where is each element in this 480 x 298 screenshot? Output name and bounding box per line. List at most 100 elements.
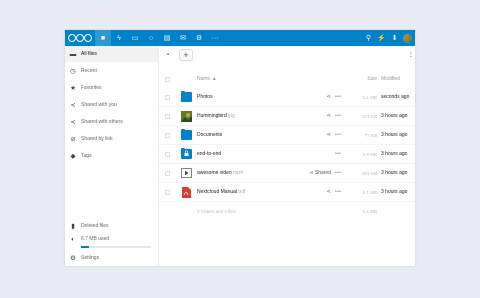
gallery-icon[interactable]: ▭ (127, 30, 143, 46)
tag-icon: ◆ (70, 153, 76, 160)
file-size: 6.1 MB (362, 189, 377, 195)
select-all-checkbox[interactable] (165, 76, 170, 82)
file-size: 1.1 MB (362, 94, 377, 100)
activity-icon[interactable]: ϟ (111, 30, 127, 46)
pie-icon: ◐ (71, 235, 75, 243)
table-row[interactable]: Photos ⋖ ••• 1.1 MB seconds ago (159, 88, 415, 107)
more-apps-icon[interactable]: ··· (207, 30, 223, 46)
share-icon[interactable]: ⋖ (309, 189, 331, 195)
sidebar-item-shared-by-link[interactable]: ⊘ Shared by link (65, 131, 158, 147)
modified-column-header[interactable]: Modified (381, 76, 400, 82)
more-vertical-icon[interactable]: ⋮ (408, 51, 414, 58)
encrypted-folder-icon (181, 147, 192, 159)
home-icon[interactable]: ▪ (159, 52, 177, 58)
mail-icon[interactable]: ✉ (175, 30, 191, 46)
integrations-icon[interactable]: ⚙ (191, 30, 207, 46)
sidebar-item-label: Recent (81, 68, 97, 74)
sidebar-item-recent[interactable]: ◷ Recent (65, 63, 158, 79)
notifications-icon[interactable]: ⚡ (375, 30, 388, 46)
row-checkbox[interactable] (165, 94, 170, 100)
nav-settings[interactable]: ⚙ Settings (65, 250, 158, 266)
file-name-base: Photos (197, 94, 213, 100)
image-icon (181, 111, 192, 122)
file-name[interactable]: Photos (197, 94, 213, 100)
share-icon[interactable]: ⋖ (309, 132, 331, 138)
file-size: 572 KB (362, 113, 377, 119)
file-name-base: Documents (197, 132, 223, 138)
more-actions-icon[interactable]: ••• (335, 113, 341, 119)
size-column-header[interactable]: Size (345, 76, 377, 82)
more-actions-icon[interactable]: ••• (335, 94, 341, 100)
file-size: 2.9 MB (362, 151, 377, 157)
file-name-base: awesome video (197, 170, 232, 176)
search-app-icon[interactable]: ○ (143, 30, 159, 46)
row-checkbox[interactable] (165, 189, 170, 195)
file-name[interactable]: Documents (197, 132, 222, 138)
table-header: Name ▲ Size Modified (159, 72, 415, 86)
breadcrumb: ▪ + (159, 46, 415, 64)
share-icon[interactable]: ⋖ (309, 94, 331, 100)
row-checkbox[interactable] (165, 132, 170, 138)
file-modified: 3 hours ago (381, 113, 408, 119)
more-actions-icon[interactable]: ••• (335, 170, 341, 176)
new-file-button[interactable]: + (179, 49, 193, 61)
file-name[interactable]: awesome video.mp4 (197, 170, 243, 176)
share-icon: ≺ (70, 119, 76, 126)
more-actions-icon[interactable]: ••• (335, 151, 341, 157)
row-checkbox[interactable] (165, 170, 170, 176)
link-icon: ⊘ (70, 136, 76, 143)
more-actions-icon[interactable]: ••• (335, 189, 341, 195)
sidebar: ▬ All files ◷ Recent ★ Favorites ≺ Shared with … (65, 46, 159, 266)
file-name[interactable]: Hummingbird.jpg (197, 113, 235, 119)
contacts-icon[interactable]: ▤ (159, 30, 175, 46)
table-row[interactable]: end-to-end ••• 2.9 MB 3 hours ago (159, 145, 415, 164)
file-name-base: end-to-end (197, 151, 222, 157)
sidebar-item-label: Favorites (81, 85, 102, 91)
folder-icon (181, 128, 192, 140)
app-window: ■ ϟ ▭ ○ ▤ ✉ ⚙ ··· ⚲ ⚡ ⬇ ▬ All files ◷ Recent ★ Favorit… (65, 30, 415, 266)
row-checkbox[interactable] (165, 151, 170, 157)
sidebar-item-label: Tags (81, 153, 92, 159)
file-name[interactable]: Nextcloud Manual.pdf (197, 189, 245, 195)
sidebar-item-label: Shared by link (81, 136, 113, 142)
file-modified: seconds ago (381, 94, 410, 100)
sidebar-item-label: Shared with others (81, 119, 123, 125)
search-icon[interactable]: ⚲ (362, 30, 375, 46)
folder-icon: ▬ (69, 50, 77, 58)
share-label: Shared (314, 170, 331, 176)
header-right: ⚲ ⚡ ⬇ (362, 30, 412, 46)
sidebar-item-tags[interactable]: ◆ Tags (65, 148, 158, 164)
quota-label: 6.7 MB used (81, 236, 110, 242)
nextcloud-logo[interactable] (68, 33, 92, 43)
file-size: 77 KB (364, 132, 377, 138)
sidebar-item-shared-with-you[interactable]: ≺ Shared with you (65, 97, 158, 113)
file-modified: 3 hours ago (381, 132, 408, 138)
table-row[interactable]: Nextcloud Manual.pdf ⋖ ••• 6.1 MB 3 hours ag… (159, 183, 415, 202)
files-icon[interactable]: ■ (95, 30, 111, 46)
file-extension: .pdf (237, 189, 246, 195)
settings-icon: ⚙ (70, 255, 76, 262)
quota-bar (81, 246, 151, 248)
sidebar-item-all-files[interactable]: ▬ All files (65, 46, 158, 62)
sidebar-item-label: All files (81, 51, 97, 57)
clock-icon: ◷ (70, 68, 76, 75)
file-extension: .jpg (226, 113, 235, 119)
row-checkbox[interactable] (165, 113, 170, 119)
table-row[interactable]: Documents ⋖ ••• 77 KB 3 hours ago (159, 126, 415, 145)
share-icon[interactable]: ⋖ (309, 113, 331, 119)
table-row[interactable]: awesome video.mp4 ⋖ Shared ••• 902 KB 3 hour… (159, 164, 415, 183)
share-button[interactable]: ⋖ Shared (299, 170, 331, 176)
sidebar-item-label: Shared with you (81, 102, 117, 108)
name-column-header[interactable]: Name ▲ (197, 76, 217, 82)
avatar[interactable] (403, 33, 412, 43)
table-row[interactable]: Hummingbird.jpg ⋖ ••• 572 KB 3 hours ago (159, 107, 415, 126)
file-modified: 3 hours ago (381, 189, 408, 195)
sidebar-item-favorites[interactable]: ★ Favorites (65, 80, 158, 96)
app-menu: ■ ϟ ▭ ○ ▤ ✉ ⚙ ··· (95, 30, 223, 46)
download-icon[interactable]: ⬇ (388, 30, 401, 46)
video-icon (181, 168, 192, 178)
file-name-base: Hummingbird (197, 113, 227, 119)
file-name[interactable]: end-to-end (197, 151, 221, 157)
more-actions-icon[interactable]: ••• (335, 132, 341, 138)
sidebar-item-shared-with-others[interactable]: ≺ Shared with others (65, 114, 158, 130)
